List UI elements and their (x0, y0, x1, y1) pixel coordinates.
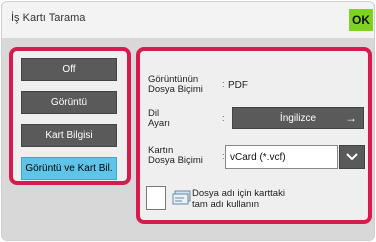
language-value: İngilizce (279, 112, 317, 124)
card-icon (172, 190, 191, 205)
use-full-name-label-line2: tam adı kullanın (192, 199, 260, 210)
mode-card-info-button[interactable]: Kart Bilgisi (21, 124, 117, 147)
mode-off-button[interactable]: Off (21, 58, 117, 81)
language-label-line2: Ayarı (148, 118, 171, 129)
card-format-select[interactable]: vCard (*.vcf) (225, 145, 338, 169)
use-full-name-label-line1: Dosya adı için karttaki (192, 188, 285, 199)
card-format-label-line2: Dosya Biçimi (148, 155, 203, 166)
image-format-value: PDF (228, 80, 248, 91)
image-format-label-line2: Dosya Biçimi (148, 84, 203, 95)
use-full-name-checkbox[interactable] (146, 186, 166, 210)
settings-panel: Görüntünün Dosya Biçimi : PDF Dil Ayarı … (136, 47, 372, 224)
mode-selection-panel: Off Görüntü Kart Bilgisi Görüntü ve Kart… (9, 47, 131, 185)
language-select-button[interactable]: İngilizce → (232, 107, 364, 129)
ok-button[interactable]: OK (349, 9, 373, 31)
card-format-dropdown-button[interactable] (339, 145, 365, 169)
mode-image-and-card-button[interactable]: Görüntü ve Kart Bil. (21, 157, 117, 180)
title-bar: İş Kartı Tarama OK (2, 2, 374, 38)
right-arrow-icon: → (345, 111, 357, 125)
page-title: İş Kartı Tarama (11, 12, 86, 24)
language-colon: : (222, 113, 225, 123)
image-format-colon: : (222, 79, 225, 89)
mode-image-button[interactable]: Görüntü (21, 91, 117, 114)
chevron-down-icon (346, 153, 358, 161)
